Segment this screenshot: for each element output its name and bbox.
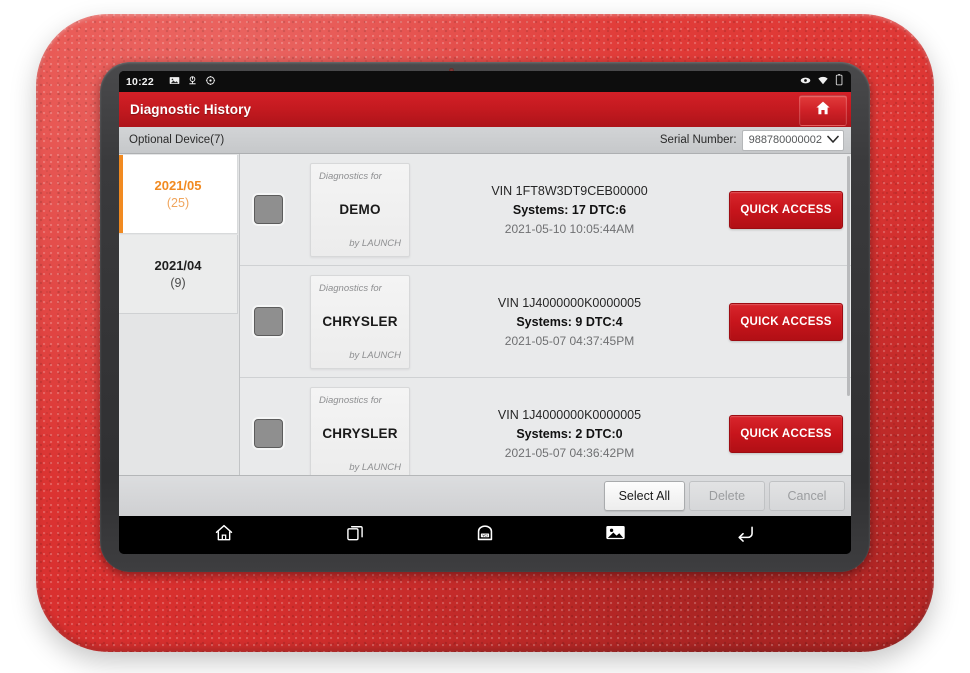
month-sidebar: 2021/05 (25) 2021/04 (9): [119, 154, 240, 475]
nav-screenshot-button[interactable]: [593, 520, 637, 550]
table-row[interactable]: Diagnostics for DEMO by LAUNCH VIN 1FT8W…: [240, 154, 851, 266]
select-all-button[interactable]: Select All: [603, 481, 685, 511]
device-sub-bar: Optional Device(7) Serial Number: 988780…: [119, 127, 851, 154]
record-systems-dtc: Systems: 17 DTC:6: [512, 202, 627, 217]
brand-card-caption: Diagnostics for: [319, 394, 382, 406]
sidebar-item-month: 2021/04: [154, 258, 202, 273]
brand-card-name: CHRYSLER: [322, 314, 398, 329]
svg-text:VCI: VCI: [482, 533, 487, 537]
header-home-button[interactable]: [799, 95, 847, 126]
vehicle-brand-card: Diagnostics for CHRYSLER by LAUNCH: [310, 274, 410, 369]
download-icon: [187, 73, 198, 91]
nav-home-button[interactable]: [202, 520, 246, 550]
screenshot-icon: [605, 523, 626, 547]
vci-link-icon: [800, 73, 811, 91]
brand-card-name: DEMO: [339, 202, 381, 217]
sidebar-item-count: (9): [170, 276, 186, 290]
record-timestamp: 2021-05-07 04:36:42PM: [504, 445, 635, 460]
vehicle-brand-card: Diagnostics for DEMO by LAUNCH: [310, 162, 410, 257]
record-systems-dtc: Systems: 9 DTC:4: [516, 314, 623, 329]
battery-icon: [835, 73, 844, 91]
page-title: Diagnostic History: [130, 102, 252, 117]
nav-vci-button[interactable]: VCI: [463, 520, 507, 550]
tablet-screen: 10:22 Diagnostic History Optional Device…: [119, 71, 851, 554]
record-checkbox[interactable]: [254, 307, 283, 336]
record-vin: VIN 1J4000000K0000005: [497, 295, 642, 310]
record-info: VIN 1FT8W3DT9CEB00000 Systems: 17 DTC:6 …: [410, 184, 729, 236]
status-left-icons: 10:22: [126, 73, 216, 91]
serial-number-value: 988780000002: [748, 134, 822, 146]
serial-number-dropdown[interactable]: 988780000002: [741, 129, 844, 151]
record-systems-dtc: Systems: 2 DTC:0: [516, 426, 623, 441]
image-icon: [169, 73, 180, 91]
record-checkbox[interactable]: [254, 195, 283, 224]
back-icon: [735, 523, 756, 548]
nav-back-button[interactable]: [724, 520, 768, 550]
main-content: 2021/05 (25) 2021/04 (9) Diagnostics for…: [119, 154, 851, 475]
brand-card-caption: Diagnostics for: [319, 170, 382, 182]
sidebar-item-count: (25): [166, 196, 190, 210]
quick-access-button[interactable]: QUICK ACCESS: [729, 190, 843, 229]
home-icon: [815, 100, 831, 121]
wifi-icon: [817, 73, 829, 91]
home-icon: [214, 523, 234, 548]
cancel-button[interactable]: Cancel: [769, 481, 845, 511]
brand-card-footer: by LAUNCH: [349, 237, 401, 249]
brand-card-footer: by LAUNCH: [349, 349, 401, 361]
status-right-icons: [800, 73, 844, 91]
status-clock: 10:22: [126, 75, 154, 88]
serial-number-label: Serial Number:: [659, 134, 737, 146]
diagnostic-record-list[interactable]: Diagnostics for DEMO by LAUNCH VIN 1FT8W…: [240, 154, 851, 475]
sidebar-item-2021-05[interactable]: 2021/05 (25): [119, 155, 238, 234]
brand-card-name: CHRYSLER: [322, 426, 398, 441]
sync-icon: [205, 73, 216, 91]
brand-card-footer: by LAUNCH: [349, 461, 401, 473]
vehicle-brand-card: Diagnostics for CHRYSLER by LAUNCH: [310, 386, 410, 475]
sidebar-item-month: 2021/05: [154, 178, 202, 193]
list-scrollbar[interactable]: [847, 156, 850, 396]
record-info: VIN 1J4000000K0000005 Systems: 2 DTC:0 2…: [410, 408, 729, 460]
app-title-bar: Diagnostic History: [119, 92, 851, 127]
record-info: VIN 1J4000000K0000005 Systems: 9 DTC:4 2…: [410, 296, 729, 348]
record-timestamp: 2021-05-07 04:37:45PM: [504, 333, 635, 348]
nav-recents-button[interactable]: [333, 520, 377, 550]
delete-button[interactable]: Delete: [689, 481, 765, 511]
bottom-action-bar: Select All Delete Cancel: [119, 475, 851, 516]
record-vin: VIN 1FT8W3DT9CEB00000: [491, 183, 648, 198]
android-status-bar: 10:22: [119, 71, 851, 92]
table-row[interactable]: Diagnostics for CHRYSLER by LAUNCH VIN 1…: [240, 378, 851, 475]
sidebar-item-2021-04[interactable]: 2021/04 (9): [119, 235, 238, 314]
android-navigation-bar: VCI: [119, 516, 851, 554]
record-checkbox[interactable]: [254, 419, 283, 448]
chevron-down-icon: [827, 131, 839, 149]
brand-card-caption: Diagnostics for: [319, 282, 382, 294]
recents-icon: [345, 523, 365, 548]
optional-device-label: Optional Device(7): [129, 134, 225, 146]
vci-icon: VCI: [473, 523, 497, 548]
record-timestamp: 2021-05-10 10:05:44AM: [504, 221, 635, 236]
quick-access-button[interactable]: QUICK ACCESS: [729, 302, 843, 341]
quick-access-button[interactable]: QUICK ACCESS: [729, 414, 843, 453]
record-vin: VIN 1J4000000K0000005: [497, 407, 642, 422]
table-row[interactable]: Diagnostics for CHRYSLER by LAUNCH VIN 1…: [240, 266, 851, 378]
serial-number-group: Serial Number: 988780000002: [659, 129, 844, 151]
tablet-device: 10:22 Diagnostic History Optional Device…: [36, 14, 934, 652]
